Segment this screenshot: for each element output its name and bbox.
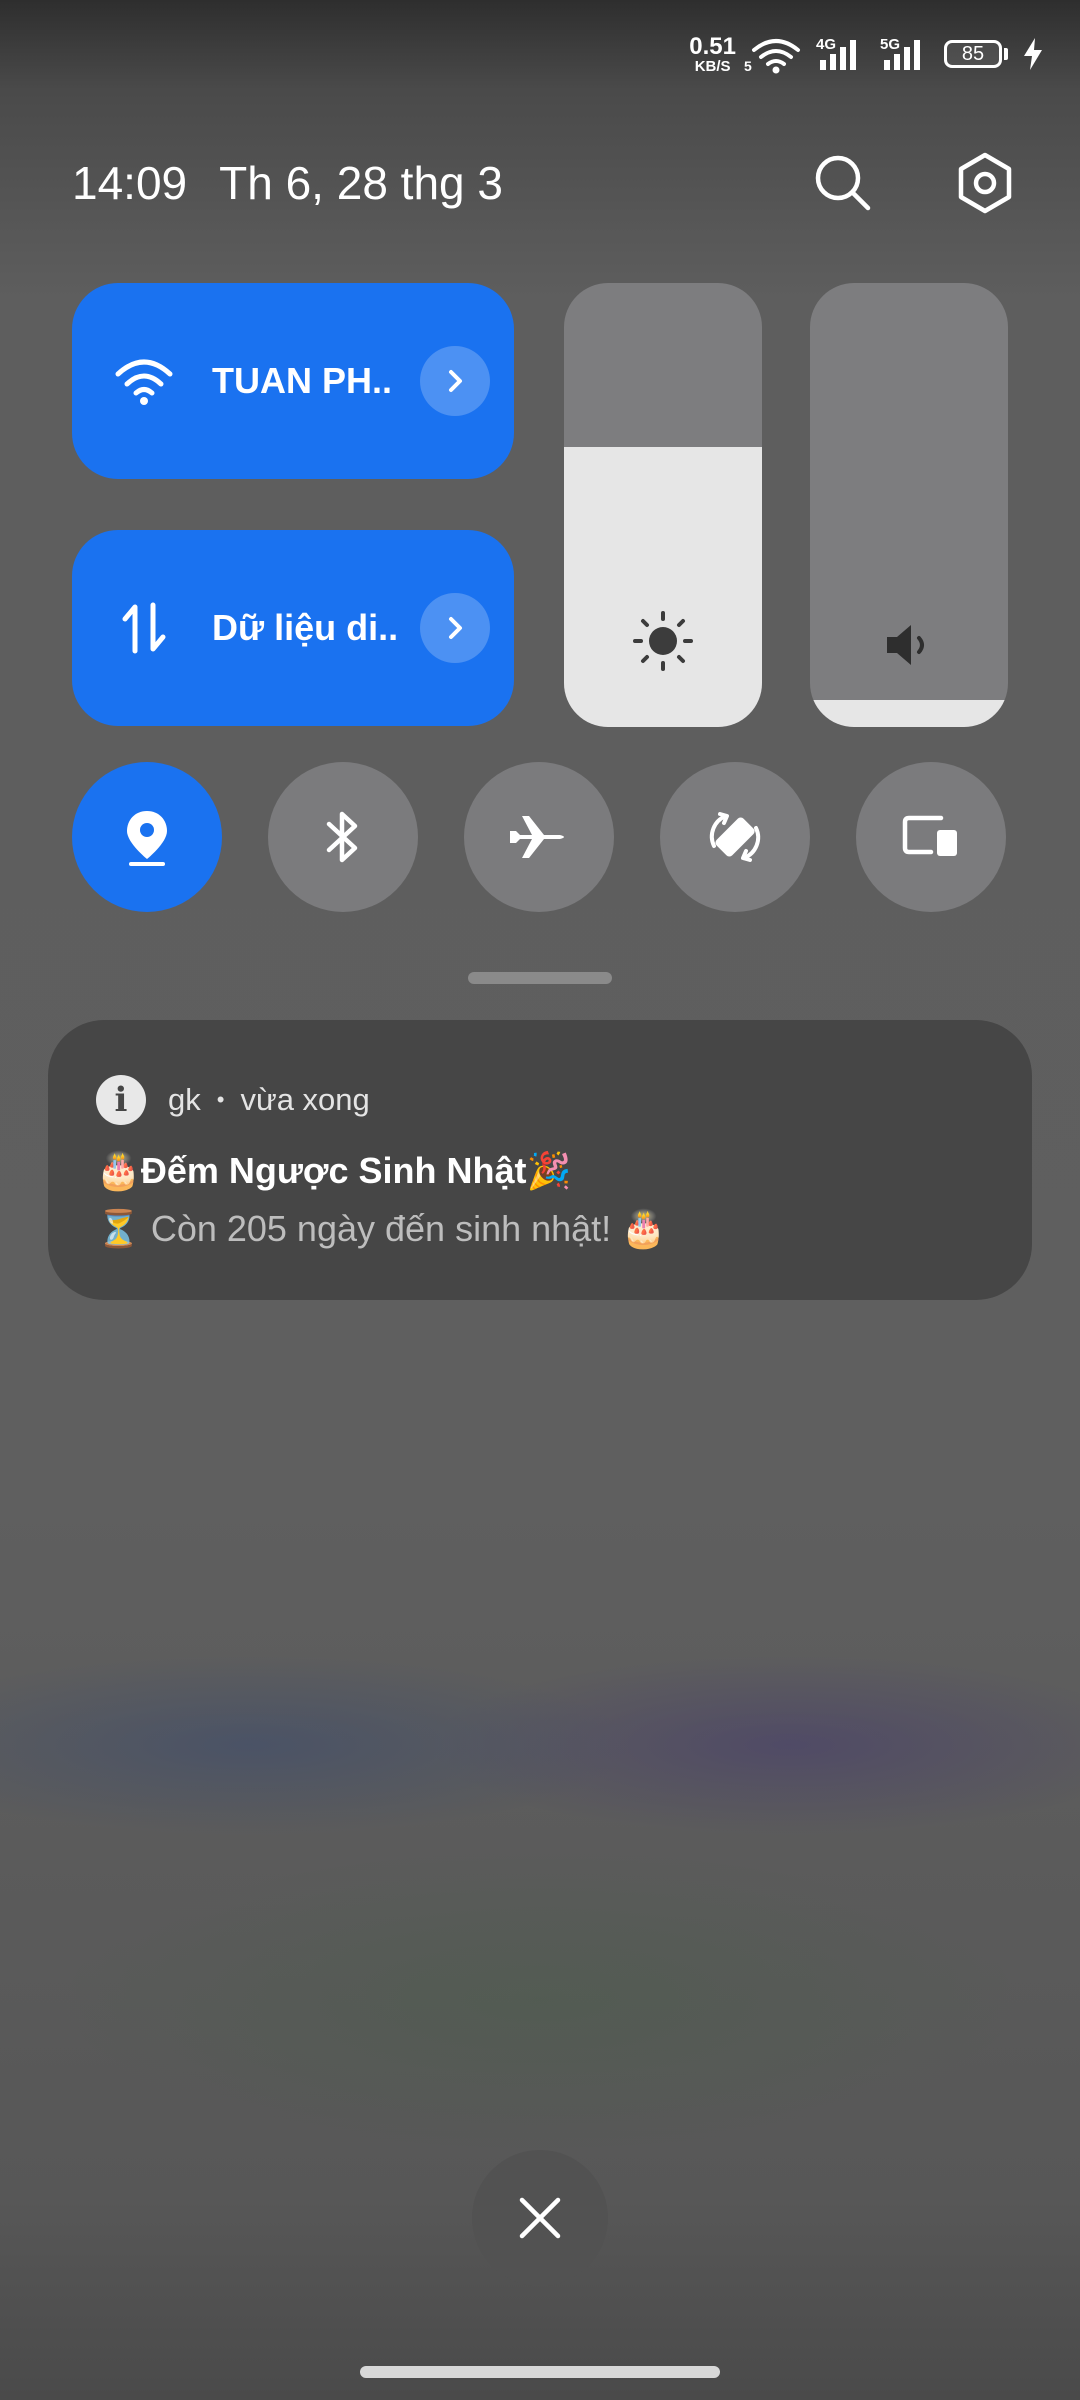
- brightness-slider[interactable]: [564, 283, 762, 727]
- wifi-details-button[interactable]: [420, 346, 490, 416]
- auto-rotate-toggle[interactable]: [660, 762, 810, 912]
- volume-slider[interactable]: [810, 283, 1008, 727]
- notification-body: ⏳ Còn 205 ngày đến sinh nhật! 🎂: [96, 1208, 667, 1249]
- location-toggle[interactable]: [72, 762, 222, 912]
- notification-card[interactable]: i gk • vừa xong 🎂Đếm Ngược Sinh Nhật🎉 ⏳ …: [48, 1020, 1032, 1300]
- battery-icon: 85: [944, 40, 1008, 68]
- sim1-signal-icon: 4G: [816, 36, 866, 72]
- mobile-data-label: Dữ liệu di..: [212, 607, 399, 648]
- wifi-tile[interactable]: TUAN PH..: [72, 283, 514, 479]
- chevron-right-icon: [449, 370, 462, 392]
- network-speed-value: 0.51: [689, 32, 736, 60]
- brightness-icon: [564, 609, 762, 673]
- wifi-network-name: TUAN PH..: [212, 360, 392, 401]
- battery-level: 85: [961, 42, 985, 65]
- search-icon: [815, 155, 871, 211]
- screen-cast-icon: [902, 815, 957, 856]
- notification-time: vừa xong: [240, 1082, 370, 1117]
- volume-level-fill: [810, 700, 1008, 727]
- quick-settings-header: 14:09 Th 6, 28 thg 3: [72, 150, 1020, 216]
- chevron-right-icon: [449, 617, 462, 639]
- brightness-level-fill: [564, 447, 762, 727]
- wifi-band-label: 5: [744, 58, 752, 74]
- mobile-data-tile[interactable]: Dữ liệu di..: [72, 530, 514, 726]
- close-button[interactable]: [472, 2150, 608, 2286]
- volume-icon: [810, 617, 1008, 673]
- gesture-navigation-bar[interactable]: [360, 2366, 720, 2378]
- sim2-signal-icon: 5G: [880, 36, 930, 72]
- clock: 14:09: [72, 157, 188, 209]
- network-speed: 0.51 KB/S: [689, 32, 736, 75]
- wifi-status-icon: 5: [744, 36, 802, 74]
- bluetooth-icon: [326, 811, 358, 863]
- rotate-icon: [709, 812, 761, 862]
- charging-bolt-icon: [1024, 38, 1042, 70]
- bluetooth-toggle[interactable]: [268, 762, 418, 912]
- settings-button[interactable]: [950, 148, 1020, 218]
- notification-separator: •: [216, 1087, 225, 1112]
- notification-title: 🎂Đếm Ngược Sinh Nhật🎉: [96, 1150, 572, 1191]
- status-bar: 0.51 KB/S 5 4G 5G 85: [689, 26, 1044, 82]
- close-icon: [519, 2197, 561, 2239]
- search-button[interactable]: [808, 148, 878, 218]
- panel-drag-handle[interactable]: [468, 972, 612, 984]
- wifi-icon: [106, 356, 182, 406]
- airplane-mode-toggle[interactable]: [464, 762, 614, 912]
- data-transfer-icon: [106, 601, 182, 655]
- mobile-data-details-button[interactable]: [420, 593, 490, 663]
- network-speed-unit: KB/S: [694, 57, 731, 75]
- notification-app-name: gk: [168, 1082, 201, 1117]
- settings-icon: [958, 152, 1012, 214]
- location-icon: [127, 811, 167, 866]
- info-icon: i: [96, 1075, 146, 1125]
- airplane-icon: [510, 816, 564, 858]
- screen-cast-toggle[interactable]: [856, 762, 1006, 912]
- date: Th 6, 28 thg 3: [219, 157, 503, 209]
- notification-header: i gk • vừa xong: [96, 1072, 1032, 1128]
